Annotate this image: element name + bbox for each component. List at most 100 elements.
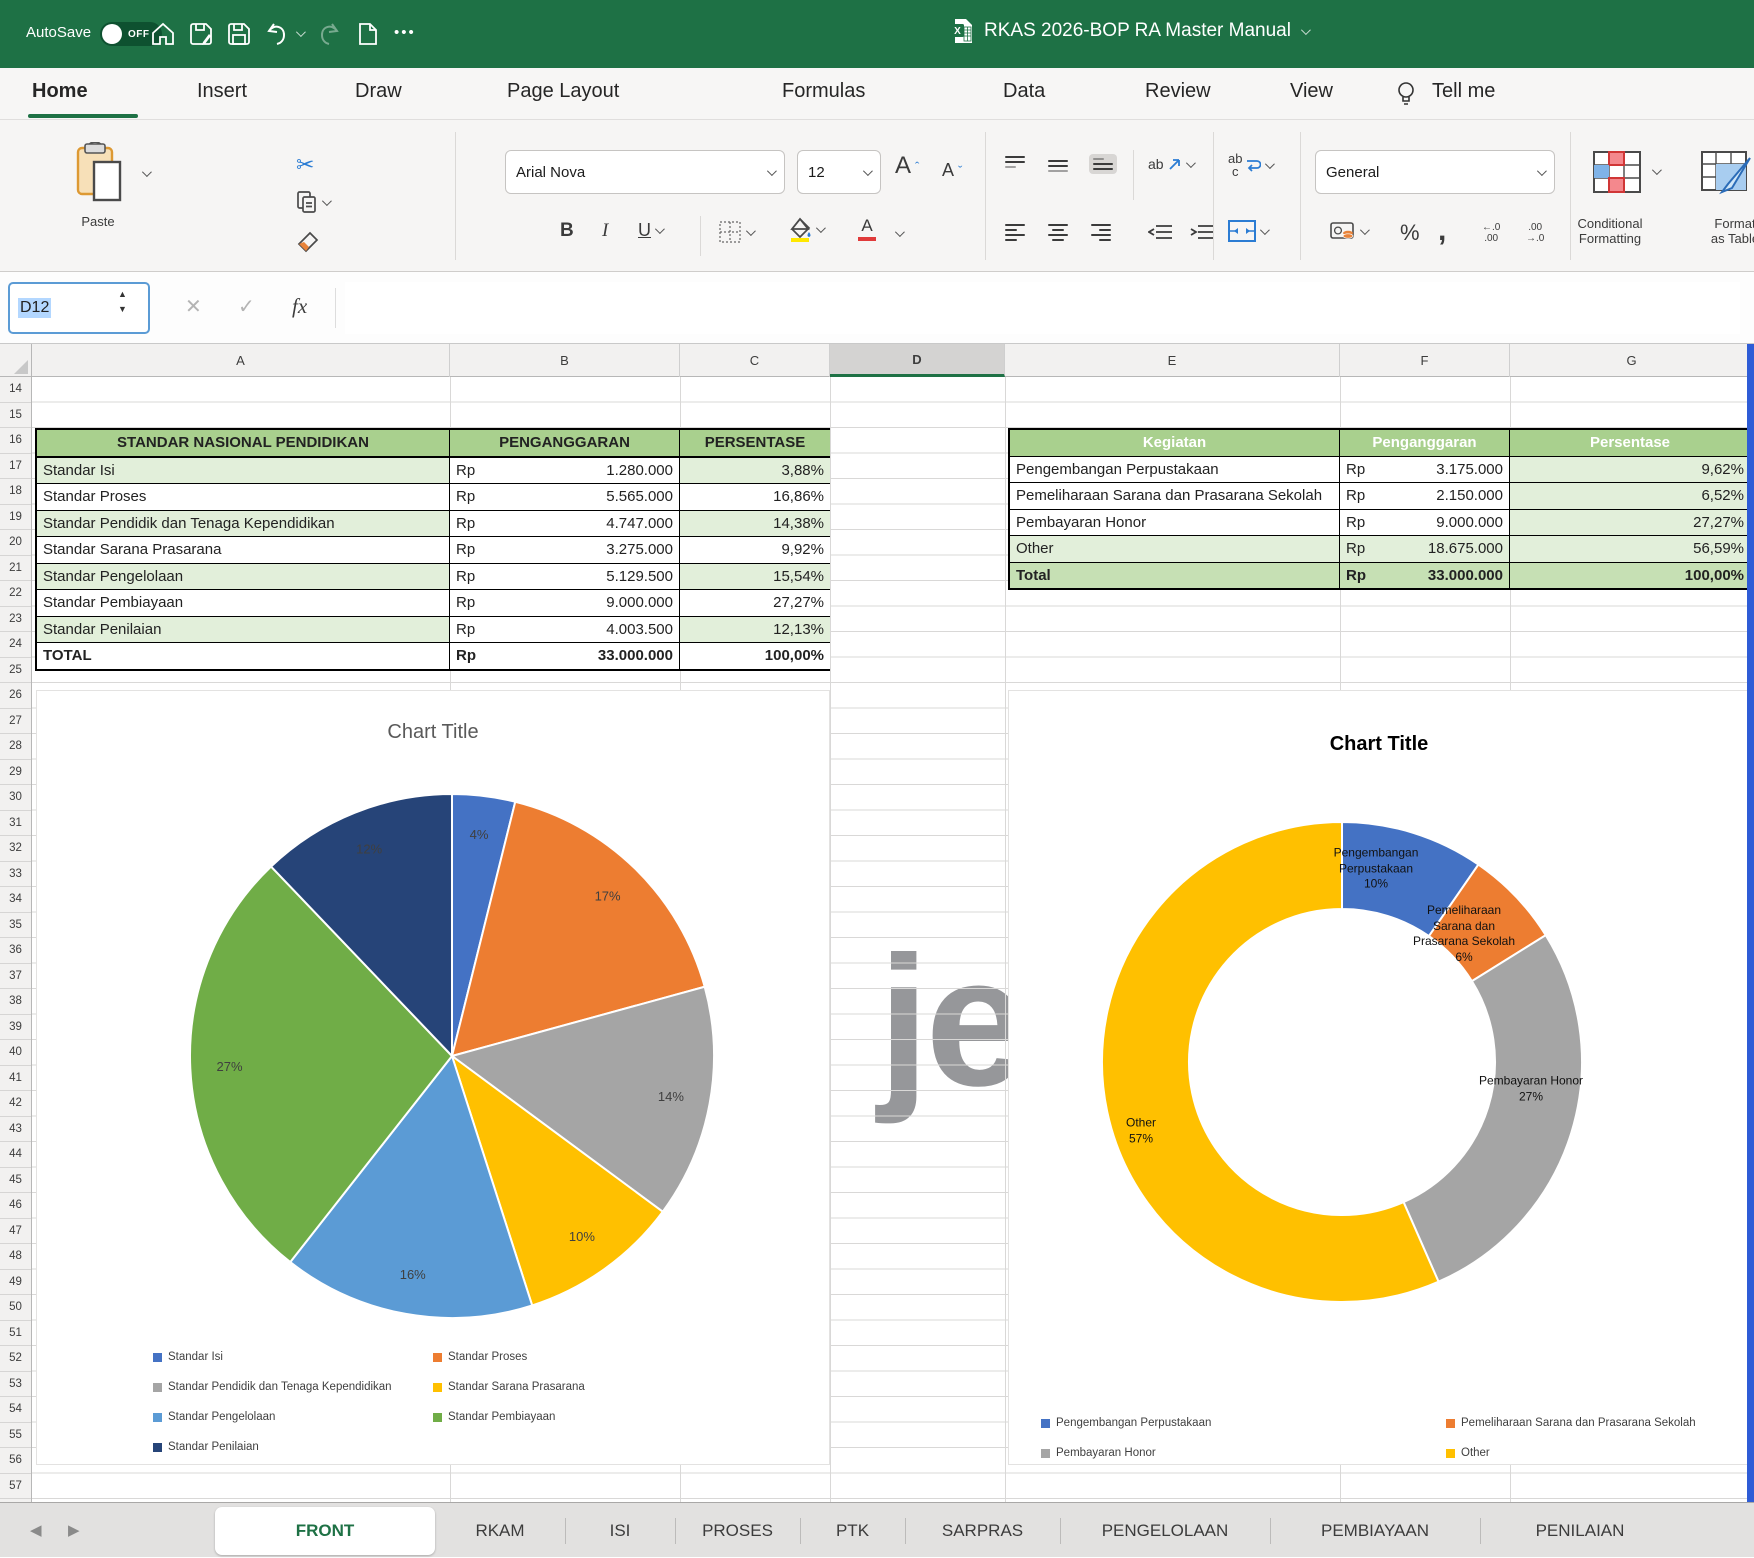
sheet-tab-front[interactable]: FRONT bbox=[215, 1507, 435, 1555]
increase-indent-button[interactable] bbox=[1190, 224, 1214, 242]
table-cell[interactable]: Standar Isi bbox=[37, 458, 450, 484]
row-header-32[interactable]: 32 bbox=[0, 836, 31, 862]
sheet-tab-sarpras[interactable]: SARPRAS bbox=[905, 1503, 1060, 1558]
table-cell[interactable]: Rp33.000.000 bbox=[1340, 563, 1510, 589]
row-header-36[interactable]: 36 bbox=[0, 938, 31, 964]
comma-style-button[interactable]: , bbox=[1438, 214, 1446, 248]
row-header-23[interactable]: 23 bbox=[0, 607, 31, 633]
conditional-formatting-chevron-icon[interactable] bbox=[1652, 165, 1662, 175]
text-orientation-button[interactable]: ab bbox=[1148, 156, 1193, 172]
borders-button[interactable] bbox=[718, 220, 753, 244]
row-header-50[interactable]: 50 bbox=[0, 1295, 31, 1321]
pie-chart[interactable]: Chart Title 4%17%14%10%16%27%12% Standar… bbox=[36, 690, 830, 1465]
table-cell[interactable]: Standar Proses bbox=[37, 484, 450, 510]
row-header-44[interactable]: 44 bbox=[0, 1142, 31, 1168]
column-header-A[interactable]: A bbox=[32, 344, 450, 377]
row-header-52[interactable]: 52 bbox=[0, 1346, 31, 1372]
row-header-51[interactable]: 51 bbox=[0, 1321, 31, 1347]
italic-button[interactable]: I bbox=[602, 220, 608, 242]
sheet-tab-pengelolaan[interactable]: PENGELOLAAN bbox=[1060, 1503, 1270, 1558]
table-cell[interactable]: Rp5.129.500 bbox=[450, 564, 680, 590]
table-cell[interactable]: 6,52% bbox=[1510, 483, 1750, 509]
table-row[interactable]: Standar Sarana PrasaranaRp3.275.0009,92% bbox=[37, 536, 828, 563]
fill-color-button[interactable] bbox=[788, 216, 823, 242]
undo-icon[interactable] bbox=[264, 21, 290, 47]
insert-function-icon[interactable]: fx bbox=[292, 294, 307, 319]
table-row[interactable]: Pengembangan PerpustakaanRp3.175.0009,62… bbox=[1010, 456, 1748, 483]
ribbon-tab-view[interactable]: View bbox=[1290, 80, 1333, 103]
ribbon-tab-draw[interactable]: Draw bbox=[355, 80, 402, 103]
table-cell[interactable]: Rp9.000.000 bbox=[1340, 510, 1510, 536]
row-header-33[interactable]: 33 bbox=[0, 862, 31, 888]
increase-decimal-button[interactable]: .00 →.0 bbox=[1526, 222, 1544, 244]
align-left-button[interactable] bbox=[1005, 224, 1025, 241]
table-cell[interactable]: Pembayaran Honor bbox=[1010, 510, 1340, 536]
column-header-E[interactable]: E bbox=[1005, 344, 1340, 377]
ribbon-tab-insert[interactable]: Insert bbox=[197, 80, 247, 103]
table-row[interactable]: Pembayaran HonorRp9.000.00027,27% bbox=[1010, 509, 1748, 536]
percent-style-button[interactable]: % bbox=[1400, 220, 1420, 246]
save-icon[interactable] bbox=[226, 21, 252, 47]
align-right-button[interactable] bbox=[1091, 224, 1111, 241]
cut-icon[interactable]: ✂ bbox=[296, 152, 314, 178]
row-header-30[interactable]: 30 bbox=[0, 785, 31, 811]
wrap-text-button[interactable]: ab c bbox=[1228, 152, 1272, 178]
table-cell[interactable]: Rp33.000.000 bbox=[450, 643, 680, 669]
increase-font-size-button[interactable]: Aˆ bbox=[895, 152, 919, 180]
ribbon-tab-page-layout[interactable]: Page Layout bbox=[507, 80, 619, 103]
ribbon-tab-data[interactable]: Data bbox=[1003, 80, 1045, 103]
row-header-31[interactable]: 31 bbox=[0, 811, 31, 837]
row-header-40[interactable]: 40 bbox=[0, 1040, 31, 1066]
row-header-15[interactable]: 15 bbox=[0, 403, 31, 429]
accounting-format-button[interactable] bbox=[1330, 220, 1367, 242]
font-color-button[interactable]: A bbox=[858, 216, 876, 241]
table-cell[interactable]: Rp1.280.000 bbox=[450, 458, 680, 484]
font-name-select[interactable]: Arial Nova bbox=[505, 150, 785, 194]
font-color-chevron-icon[interactable] bbox=[895, 227, 905, 237]
enter-icon[interactable]: ✓ bbox=[238, 294, 255, 319]
ribbon-tab-formulas[interactable]: Formulas bbox=[782, 80, 865, 103]
table-cell[interactable]: Pemeliharaan Sarana dan Prasarana Sekola… bbox=[1010, 483, 1340, 509]
row-header-25[interactable]: 25 bbox=[0, 658, 31, 684]
table-row[interactable]: Standar PenilaianRp4.003.50012,13% bbox=[37, 616, 828, 643]
column-header-D[interactable]: D bbox=[830, 344, 1005, 377]
table-row[interactable]: TotalRp33.000.000100,00% bbox=[1010, 562, 1748, 589]
row-header-17[interactable]: 17 bbox=[0, 454, 31, 480]
paste-menu-chevron-icon[interactable] bbox=[142, 167, 152, 177]
table-row[interactable]: Standar Pendidik dan Tenaga Kependidikan… bbox=[37, 510, 828, 537]
table-cell[interactable]: Total bbox=[1010, 563, 1340, 589]
cancel-icon[interactable]: ✕ bbox=[185, 294, 202, 319]
table-cell[interactable]: 12,13% bbox=[680, 617, 830, 643]
paste-button[interactable] bbox=[72, 142, 124, 204]
new-document-icon[interactable] bbox=[356, 21, 380, 47]
row-header-26[interactable]: 26 bbox=[0, 683, 31, 709]
sheet-nav-right-icon[interactable]: ▶ bbox=[68, 1521, 80, 1539]
more-commands-icon[interactable]: ••• bbox=[394, 24, 416, 41]
sheet-tab-penilaian[interactable]: PENILAIAN bbox=[1480, 1503, 1680, 1558]
ribbon-tab-tell-me[interactable]: Tell me bbox=[1432, 80, 1495, 103]
decrease-decimal-button[interactable]: ←.0 .00 bbox=[1482, 222, 1500, 244]
decrease-font-size-button[interactable]: Aˇ bbox=[942, 160, 962, 181]
row-header-24[interactable]: 24 bbox=[0, 632, 31, 658]
table-cell[interactable]: 56,59% bbox=[1510, 536, 1750, 562]
table-row[interactable]: Standar ProsesRp5.565.00016,86% bbox=[37, 483, 828, 510]
format-painter-icon[interactable] bbox=[296, 230, 320, 254]
name-box[interactable]: D12 bbox=[8, 282, 150, 334]
table-cell[interactable]: Rp9.000.000 bbox=[450, 590, 680, 616]
table-row[interactable]: TOTALRp33.000.000100,00% bbox=[37, 642, 828, 669]
align-bottom-button[interactable] bbox=[1089, 154, 1117, 174]
row-header-49[interactable]: 49 bbox=[0, 1270, 31, 1296]
column-header-F[interactable]: F bbox=[1340, 344, 1510, 377]
table-cell[interactable]: Other bbox=[1010, 536, 1340, 562]
row-header-56[interactable]: 56 bbox=[0, 1448, 31, 1474]
save-as-icon[interactable] bbox=[188, 21, 214, 47]
row-header-41[interactable]: 41 bbox=[0, 1066, 31, 1092]
table-cell[interactable]: 9,62% bbox=[1510, 457, 1750, 483]
table-cell[interactable]: 27,27% bbox=[680, 590, 830, 616]
home-icon[interactable] bbox=[150, 21, 176, 47]
column-header-G[interactable]: G bbox=[1510, 344, 1754, 377]
table-row[interactable]: Standar PengelolaanRp5.129.50015,54% bbox=[37, 563, 828, 590]
table-cell[interactable]: 15,54% bbox=[680, 564, 830, 590]
donut-chart[interactable]: Chart Title Pengembangan Perpustakaan 10… bbox=[1008, 690, 1750, 1465]
format-as-table-button[interactable] bbox=[1700, 150, 1754, 196]
